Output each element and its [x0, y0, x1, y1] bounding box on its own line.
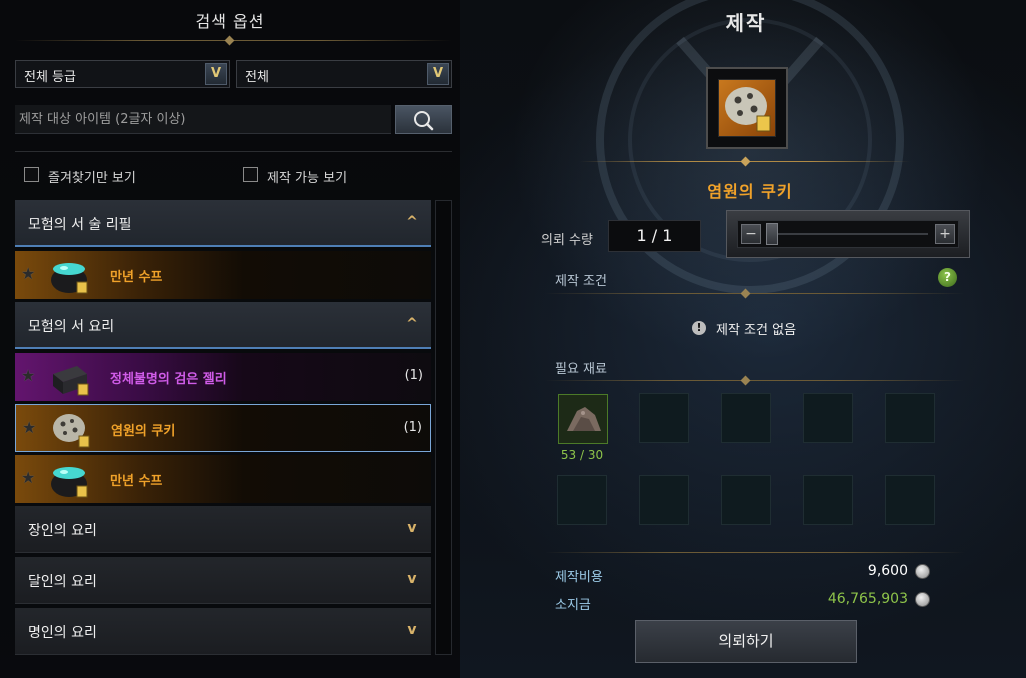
- favorite-star-icon[interactable]: ★: [22, 418, 36, 437]
- craft-title: 제작: [725, 11, 767, 35]
- conditions-label: 제작 조건: [555, 274, 607, 289]
- recipe-name: 만년 수프: [110, 474, 163, 489]
- craft-item-name: 염원의 쿠키: [707, 182, 793, 201]
- material-slot-empty: [639, 475, 689, 525]
- material-slot-empty: [885, 393, 935, 443]
- list-scrollbar[interactable]: [435, 200, 452, 655]
- jelly-icon: [53, 366, 89, 396]
- material-slot-empty: [885, 475, 935, 525]
- recipe-count: (1): [403, 420, 422, 435]
- divider-ornament: [224, 35, 235, 46]
- type-dropdown[interactable]: 전체 V: [236, 60, 452, 88]
- chevron-down-icon[interactable]: V: [427, 63, 449, 85]
- category-expert-cooking[interactable]: 달인의 요리 v: [15, 557, 431, 604]
- checkbox-box[interactable]: [243, 167, 258, 182]
- recipe-item[interactable]: ★ 정체불명의 검은 젤리 (1): [15, 353, 431, 401]
- divider: [15, 151, 452, 152]
- minus-button[interactable]: −: [741, 224, 761, 244]
- chevron-down-icon: v: [407, 520, 417, 536]
- search-button[interactable]: [395, 105, 452, 134]
- chevron-up-icon: ^: [406, 214, 418, 230]
- material-count: 53 / 30: [560, 448, 604, 462]
- recipe-item-selected[interactable]: ★ 염원의 쿠키 (1): [15, 404, 431, 452]
- favorites-only-label: 즐겨찾기만 보기: [48, 171, 136, 186]
- quantity-slider[interactable]: − +: [726, 210, 970, 258]
- cauldron-icon: [51, 467, 88, 498]
- slider-thumb[interactable]: [766, 223, 778, 245]
- no-conditions-text: 제작 조건 없음: [716, 323, 797, 338]
- cookie-icon: [53, 414, 90, 448]
- quantity-label: 의뢰 수량: [541, 233, 593, 248]
- category-label: 모험의 서 요리: [28, 319, 115, 335]
- category-adventure-drink-refill[interactable]: 모험의 서 술 리필 ^: [15, 200, 431, 247]
- search-options-title: 검색 옵션: [195, 12, 265, 31]
- category-label: 모험의 서 술 리필: [28, 217, 132, 233]
- slider-body: − +: [737, 220, 959, 248]
- material-slot-empty: [803, 393, 853, 443]
- chevron-down-icon: v: [407, 622, 417, 638]
- craftable-only-label: 제작 가능 보기: [267, 171, 348, 186]
- favorite-star-icon[interactable]: ★: [21, 468, 35, 487]
- checkbox-box[interactable]: [24, 167, 39, 182]
- recipe-name: 염원의 쿠키: [111, 424, 176, 439]
- type-dropdown-value: 전체: [245, 70, 269, 85]
- search-input[interactable]: [15, 105, 391, 134]
- silver-coin-icon: [915, 564, 930, 579]
- money-value: 46,765,903: [827, 591, 908, 607]
- grade-dropdown-value: 전체 등급: [24, 70, 76, 85]
- help-icon[interactable]: ?: [938, 268, 957, 287]
- cookie-icon: [718, 79, 776, 137]
- material-slot-empty: [557, 475, 607, 525]
- cookie-glyph: [725, 87, 771, 132]
- cost-value: 9,600: [867, 563, 908, 579]
- materials-label: 필요 재료: [555, 362, 607, 377]
- recipe-name: 만년 수프: [110, 270, 163, 285]
- selected-item-slot: [706, 67, 788, 149]
- grade-dropdown[interactable]: 전체 등급 V: [15, 60, 230, 88]
- cost-label: 제작비용: [555, 570, 603, 585]
- material-slot-empty: [639, 393, 689, 443]
- quantity-display: 1 / 1: [608, 220, 701, 252]
- material-slot-empty: [721, 475, 771, 525]
- divider-ornament: [740, 375, 751, 386]
- recipe-count: (1): [404, 368, 423, 383]
- recipe-name: 정체불명의 검은 젤리: [110, 372, 227, 387]
- silver-coin-icon: [915, 592, 930, 607]
- ore-pile-icon: [567, 407, 601, 431]
- chevron-up-icon: ^: [406, 316, 418, 332]
- category-artisan-cooking[interactable]: 장인의 요리 v: [15, 506, 431, 553]
- money-label: 소지금: [555, 598, 591, 613]
- divider: [545, 380, 965, 381]
- material-slot-empty: [721, 393, 771, 443]
- material-slot[interactable]: [558, 394, 608, 444]
- slider-track[interactable]: [770, 233, 928, 235]
- search-icon: [414, 111, 434, 131]
- category-label: 장인의 요리: [28, 523, 97, 539]
- chevron-down-icon: v: [407, 571, 417, 587]
- info-icon: !: [692, 321, 706, 335]
- divider: [545, 293, 965, 294]
- plus-button[interactable]: +: [935, 224, 955, 244]
- search-options-panel: 검색 옵션 전체 등급 V 전체 V 즐겨찾기만 보기 제작 가능 보기: [0, 0, 460, 678]
- category-adventure-cooking[interactable]: 모험의 서 요리 ^: [15, 302, 431, 349]
- favorite-star-icon[interactable]: ★: [21, 264, 35, 283]
- cauldron-icon: [51, 263, 88, 294]
- category-label: 명인의 요리: [28, 625, 97, 641]
- recipe-item[interactable]: ★ 만년 수프: [15, 455, 431, 503]
- chevron-down-icon[interactable]: V: [205, 63, 227, 85]
- category-master-cooking[interactable]: 명인의 요리 v: [15, 608, 431, 655]
- commission-button[interactable]: 의뢰하기: [635, 620, 857, 663]
- category-label: 달인의 요리: [28, 574, 97, 590]
- favorite-star-icon[interactable]: ★: [21, 366, 35, 385]
- crafting-window: 검색 옵션 전체 등급 V 전체 V 즐겨찾기만 보기 제작 가능 보기: [0, 0, 1026, 678]
- recipe-item[interactable]: ★ 만년 수프: [15, 251, 431, 299]
- divider: [545, 552, 965, 553]
- material-slot-empty: [803, 475, 853, 525]
